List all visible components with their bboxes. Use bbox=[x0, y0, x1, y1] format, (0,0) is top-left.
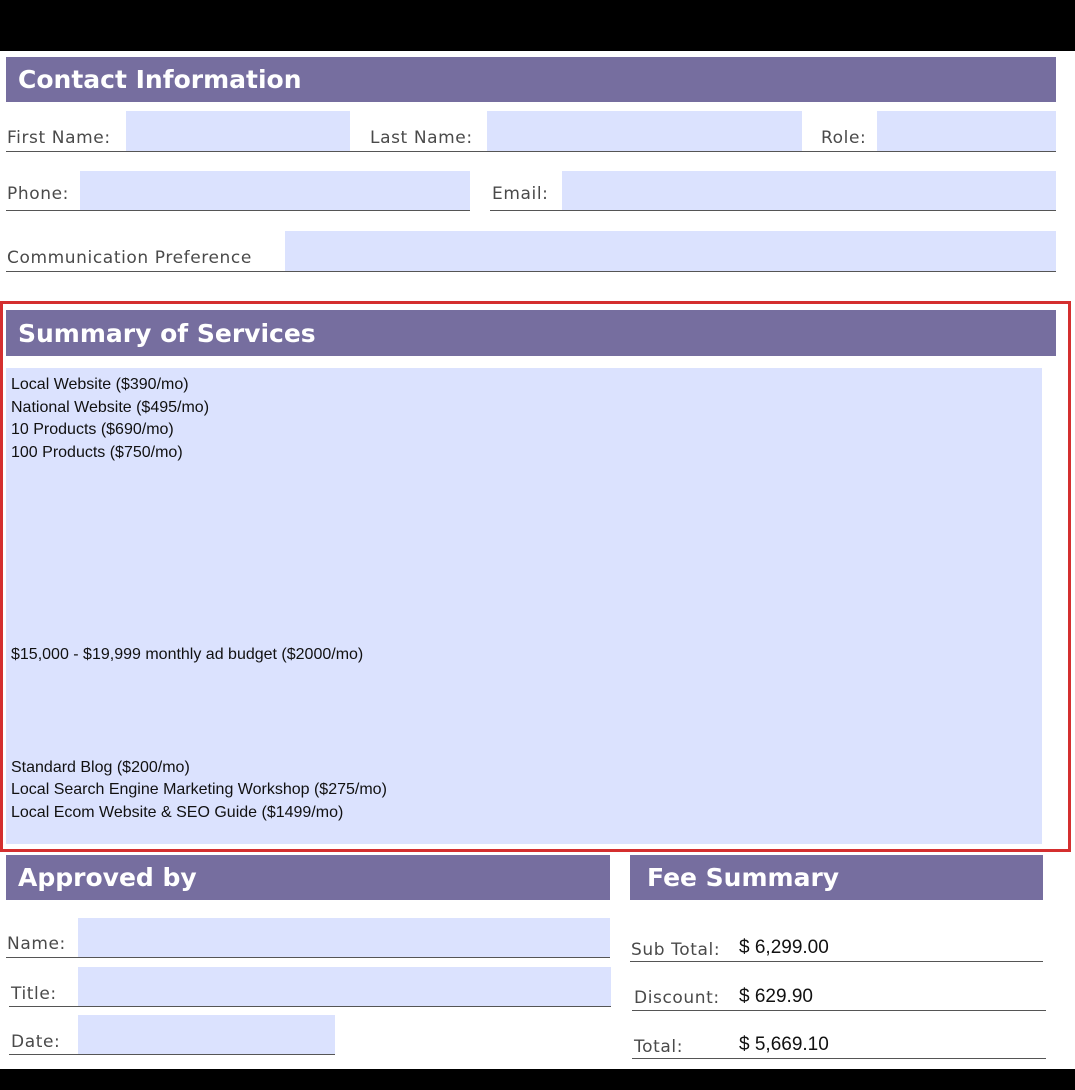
approved-by-title: Approved by bbox=[18, 863, 197, 892]
contact-information-title: Contact Information bbox=[18, 65, 302, 94]
last-name-field[interactable] bbox=[487, 111, 802, 151]
service-line bbox=[11, 734, 1042, 757]
first-name-label: First Name: bbox=[7, 128, 111, 148]
services-text-area[interactable]: Local Website ($390/mo) National Website… bbox=[6, 368, 1042, 844]
summary-of-services-title: Summary of Services bbox=[18, 318, 316, 348]
subtotal-label: Sub Total: bbox=[631, 940, 721, 960]
service-line bbox=[11, 532, 1042, 555]
role-field[interactable] bbox=[877, 111, 1056, 151]
service-line: $15,000 - $19,999 monthly ad budget ($20… bbox=[11, 646, 364, 663]
contact-information-header: Contact Information bbox=[6, 57, 1056, 102]
approver-name-field[interactable] bbox=[78, 918, 610, 957]
bottom-black-bar bbox=[0, 1069, 1075, 1090]
total-label: Total: bbox=[634, 1037, 684, 1057]
service-line bbox=[11, 622, 1042, 645]
communication-preference-underline bbox=[6, 271, 1056, 272]
phone-underline bbox=[6, 210, 470, 211]
email-field[interactable] bbox=[562, 171, 1056, 210]
phone-field[interactable] bbox=[80, 171, 470, 210]
first-row-underline bbox=[6, 151, 1056, 152]
service-line: National Website ($495/mo) bbox=[11, 398, 210, 416]
subtotal-value: $ 6,299.00 bbox=[739, 937, 829, 958]
role-label: Role: bbox=[821, 128, 867, 148]
email-label: Email: bbox=[492, 184, 549, 204]
phone-label: Phone: bbox=[7, 184, 69, 204]
service-line: Local Search Engine Marketing Workshop (… bbox=[11, 781, 387, 798]
discount-label: Discount: bbox=[634, 988, 720, 1008]
top-black-bar bbox=[0, 0, 1075, 51]
approver-title-label: Title: bbox=[11, 984, 57, 1004]
service-line bbox=[11, 487, 1042, 510]
service-line bbox=[11, 577, 1042, 600]
approved-by-header: Approved by bbox=[6, 855, 610, 900]
service-line: Local Website ($390/mo) bbox=[11, 376, 189, 393]
approver-title-field[interactable] bbox=[78, 967, 611, 1006]
fee-summary-title: Fee Summary bbox=[647, 863, 840, 892]
service-line bbox=[11, 689, 1042, 712]
service-line: Standard Blog ($200/mo) bbox=[11, 758, 190, 776]
service-line bbox=[11, 464, 1042, 487]
service-line: 10 Products ($690/mo) bbox=[11, 421, 174, 438]
approval-date-field[interactable] bbox=[78, 1015, 335, 1054]
fee-summary-header: Fee Summary bbox=[630, 855, 1043, 900]
first-name-field[interactable] bbox=[126, 111, 350, 151]
email-underline bbox=[490, 210, 1056, 211]
approver-name-label: Name: bbox=[7, 934, 66, 954]
approver-name-underline bbox=[6, 957, 610, 958]
total-underline bbox=[632, 1058, 1046, 1059]
approval-date-label: Date: bbox=[11, 1032, 61, 1052]
discount-underline bbox=[632, 1010, 1046, 1011]
communication-preference-label: Communication Preference bbox=[7, 248, 252, 268]
total-value: $ 5,669.10 bbox=[739, 1034, 829, 1055]
last-name-label: Last Name: bbox=[370, 128, 473, 148]
communication-preference-field[interactable] bbox=[285, 231, 1056, 271]
service-line bbox=[11, 599, 1042, 622]
service-line bbox=[11, 554, 1042, 577]
service-line bbox=[11, 509, 1042, 532]
summary-of-services-header: Summary of Services bbox=[6, 310, 1056, 356]
service-line: 100 Products ($750/mo) bbox=[11, 443, 183, 461]
service-line: Local Ecom Website & SEO Guide ($1499/mo… bbox=[11, 803, 344, 821]
discount-value: $ 629.90 bbox=[739, 986, 813, 1007]
service-line bbox=[11, 712, 1042, 735]
approval-date-underline bbox=[9, 1054, 335, 1055]
approver-title-underline bbox=[9, 1006, 611, 1007]
service-line bbox=[11, 667, 1042, 690]
subtotal-underline bbox=[630, 961, 1043, 962]
